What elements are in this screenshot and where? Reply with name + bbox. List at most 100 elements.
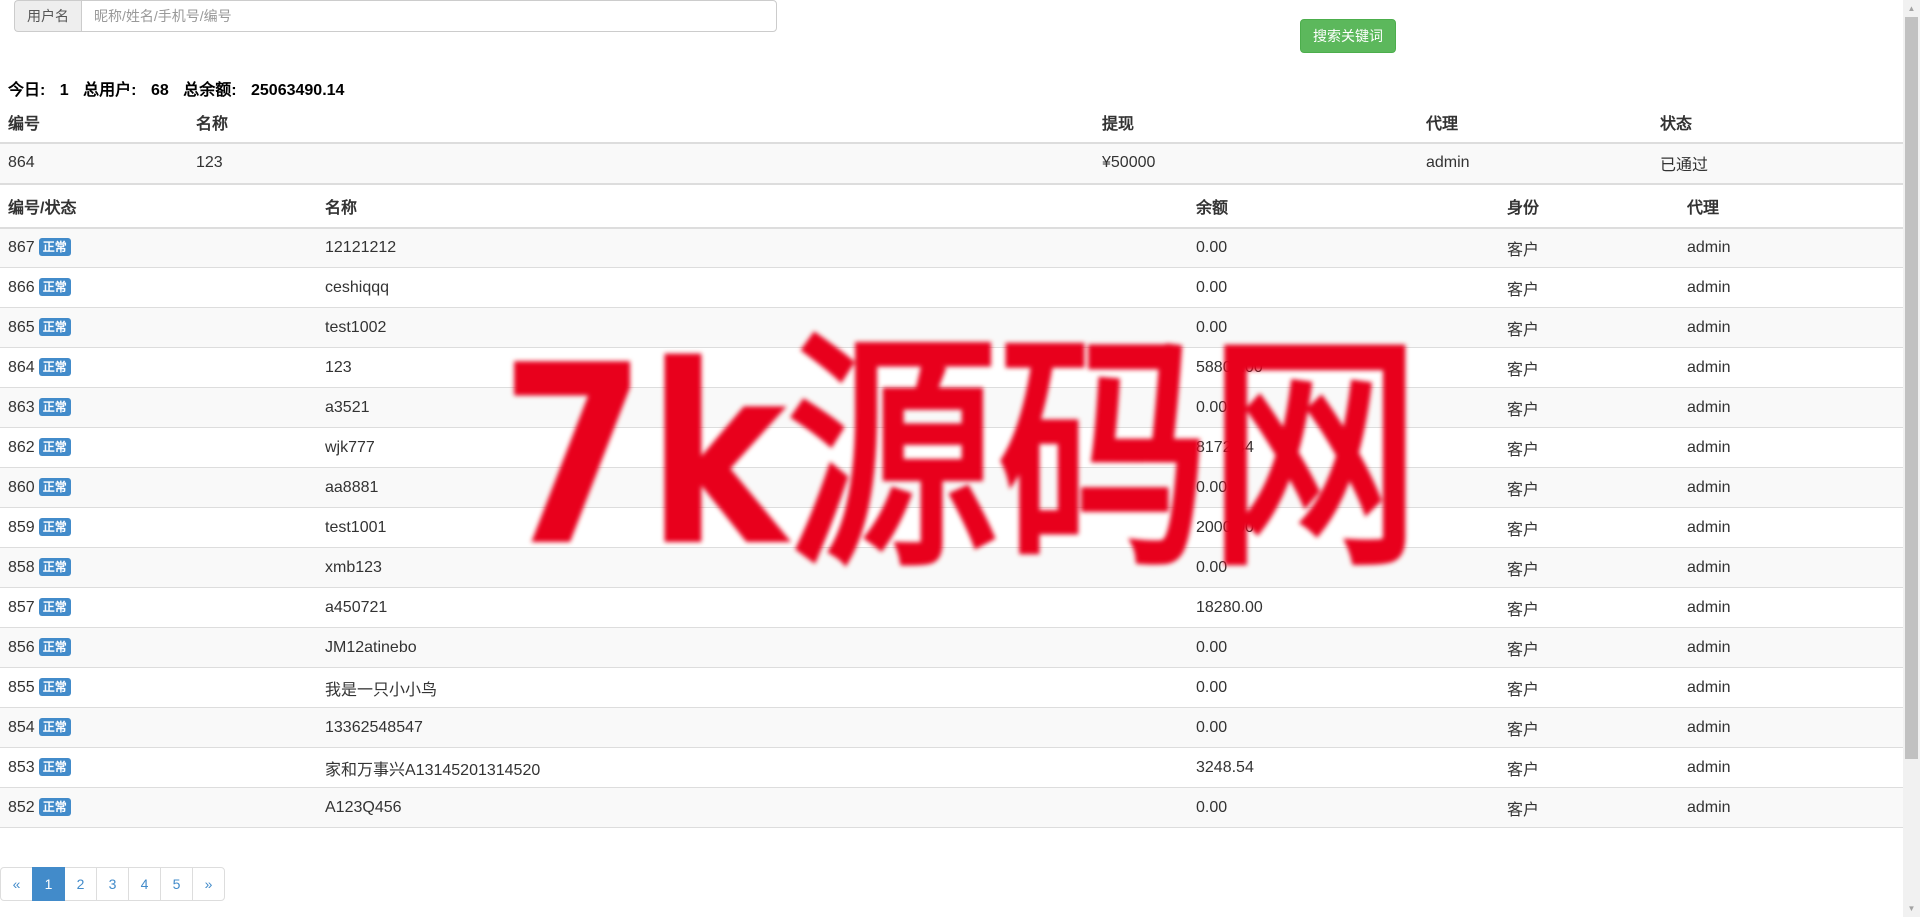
column-header-name: 名称 [188, 102, 1094, 144]
cell-balance: 8172.44 [1188, 427, 1499, 468]
vertical-scrollbar[interactable]: ▲ ▼ [1903, 0, 1920, 917]
status-badge: 正常 [38, 398, 71, 416]
scroll-down-arrow-icon[interactable]: ▼ [1903, 900, 1920, 917]
cell-agent: admin [1679, 467, 1903, 508]
cell-id-status: 865 正常 [0, 307, 317, 348]
table-row: 864 正常 123 58800.00 客户 admin [0, 347, 1903, 388]
table-row: 867 正常 12121212 0.00 客户 admin [0, 227, 1903, 268]
cell-agent: admin [1679, 227, 1903, 268]
cell-id: 867 [8, 239, 35, 257]
cell-status: 已通过 [1652, 143, 1903, 184]
table-row: 854 正常 13362548547 0.00 客户 admin [0, 707, 1903, 748]
cell-agent: admin [1679, 427, 1903, 468]
column-header-balance: 余额 [1188, 184, 1499, 229]
search-input[interactable] [81, 0, 777, 32]
cell-id: 856 [8, 639, 35, 656]
cell-id: 863 [8, 399, 35, 416]
status-badge: 正常 [38, 318, 71, 336]
cell-name: aa8881 [317, 467, 1188, 508]
cell-role: 客户 [1499, 507, 1679, 548]
cell-agent: admin [1679, 707, 1903, 748]
cell-name: 12121212 [317, 227, 1188, 268]
cell-id: 860 [8, 479, 35, 496]
cell-agent: admin [1679, 307, 1903, 348]
scrollbar-thumb[interactable] [1905, 17, 1918, 759]
pagination-page-4[interactable]: 4 [128, 867, 161, 901]
status-badge: 正常 [38, 278, 71, 296]
users-table: 编号/状态 名称 余额 身份 代理 867 正常 12121212 0.00 客户 adm… [0, 184, 1903, 828]
column-header-withdraw: 提现 [1094, 102, 1418, 144]
cell-agent: admin [1679, 547, 1903, 588]
cell-balance: 0.00 [1188, 307, 1499, 348]
cell-name: JM12atinebo [317, 627, 1188, 668]
cell-agent: admin [1679, 587, 1903, 628]
cell-role: 客户 [1499, 787, 1679, 828]
cell-id-status: 860 正常 [0, 467, 317, 508]
status-badge: 正常 [38, 478, 71, 496]
pagination-next-button[interactable]: » [192, 867, 225, 901]
pagination-page-3[interactable]: 3 [96, 867, 129, 901]
table-row: 866 正常 ceshiqqq 0.00 客户 admin [0, 267, 1903, 308]
pagination-prev-button[interactable]: « [0, 867, 33, 901]
cell-name: xmb123 [317, 547, 1188, 588]
column-header-id: 编号 [0, 102, 188, 144]
scroll-up-arrow-icon[interactable]: ▲ [1903, 0, 1920, 17]
table-row: 853 正常 家和万事兴A13145201314520 3248.54 客户 admin [0, 747, 1903, 788]
cell-id: 862 [8, 439, 35, 456]
cell-id-status: 852 正常 [0, 787, 317, 828]
table-row: 864 123 ¥50000 admin 已通过 [0, 143, 1903, 184]
cell-balance: 0.00 [1188, 707, 1499, 748]
table-row: 857 正常 a450721 18280.00 客户 admin [0, 587, 1903, 628]
status-badge: 正常 [38, 638, 71, 656]
cell-role: 客户 [1499, 387, 1679, 428]
status-badge: 正常 [38, 758, 71, 776]
cell-id-status: 866 正常 [0, 267, 317, 308]
stats-balance-value: 25063490.14 [251, 82, 345, 99]
stats-summary: 今日: 1 总用户: 68 总余额: 25063490.14 [8, 76, 344, 100]
cell-balance: 2000.00 [1188, 507, 1499, 548]
column-header-name: 名称 [317, 184, 1188, 229]
pagination-page-1[interactable]: 1 [32, 867, 65, 901]
cell-balance: 3248.54 [1188, 747, 1499, 788]
pagination-page-2[interactable]: 2 [64, 867, 97, 901]
cell-agent: admin [1418, 143, 1652, 184]
cell-balance: 0.00 [1188, 387, 1499, 428]
cell-name: 13362548547 [317, 707, 1188, 748]
table-row: 865 正常 test1002 0.00 客户 admin [0, 307, 1903, 348]
table-row: 860 正常 aa8881 0.00 客户 admin [0, 467, 1903, 508]
cell-agent: admin [1679, 507, 1903, 548]
cell-amount: ¥50000 [1094, 143, 1418, 184]
cell-id-status: 853 正常 [0, 747, 317, 788]
cell-balance: 0.00 [1188, 547, 1499, 588]
table-row: 863 正常 a3521 0.00 客户 admin [0, 387, 1903, 428]
cell-agent: admin [1679, 747, 1903, 788]
status-badge: 正常 [38, 518, 71, 536]
cell-name: test1002 [317, 307, 1188, 348]
cell-id: 857 [8, 599, 35, 616]
cell-id-status: 863 正常 [0, 387, 317, 428]
cell-id-status: 859 正常 [0, 507, 317, 548]
table-row: 862 正常 wjk777 8172.44 客户 admin [0, 427, 1903, 468]
withdraw-table: 编号 名称 提现 代理 状态 864 123 ¥50000 admin 已通过 [0, 102, 1903, 184]
cell-agent: admin [1679, 667, 1903, 708]
column-header-role: 身份 [1499, 184, 1679, 229]
pagination-page-5[interactable]: 5 [160, 867, 193, 901]
status-badge: 正常 [38, 798, 71, 816]
pagination: «1 2 3 4 5» [0, 867, 225, 901]
cell-role: 客户 [1499, 747, 1679, 788]
cell-role: 客户 [1499, 427, 1679, 468]
cell-id: 864 [0, 143, 188, 184]
cell-id-status: 855 正常 [0, 667, 317, 708]
cell-id: 853 [8, 759, 35, 776]
column-header-status: 状态 [1652, 102, 1903, 144]
status-badge: 正常 [38, 598, 71, 616]
cell-balance: 0.00 [1188, 467, 1499, 508]
search-button[interactable]: 搜索关键词 [1300, 19, 1396, 53]
table-row: 858 正常 xmb123 0.00 客户 admin [0, 547, 1903, 588]
cell-role: 客户 [1499, 227, 1679, 268]
cell-balance: 0.00 [1188, 667, 1499, 708]
cell-id: 858 [8, 559, 35, 576]
cell-agent: admin [1679, 347, 1903, 388]
users-table-header: 编号/状态 名称 余额 身份 代理 [0, 184, 1903, 229]
status-badge: 正常 [38, 718, 71, 736]
